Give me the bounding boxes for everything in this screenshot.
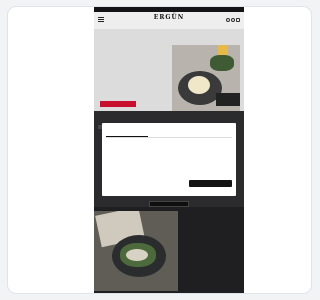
phone-screenshot: ERGÜN: [94, 7, 244, 293]
hero-cta-button[interactable]: [100, 101, 136, 107]
accept-button[interactable]: [189, 180, 232, 187]
cookie-consent-dialog: [102, 123, 236, 196]
preview-card: ERGÜN: [7, 6, 312, 294]
greens-shape: [210, 55, 234, 71]
brand-logo[interactable]: ERGÜN: [94, 14, 244, 21]
account-icon[interactable]: [231, 18, 235, 22]
article-section: [94, 207, 244, 293]
article-image: [94, 211, 178, 291]
cream-shape: [126, 249, 148, 261]
egg-shape: [188, 76, 210, 94]
tab-about[interactable]: [190, 133, 232, 137]
tab-consent[interactable]: [106, 133, 148, 137]
consent-tabs: [106, 133, 232, 138]
cart-icon[interactable]: [236, 18, 240, 22]
hero-badge: [216, 93, 240, 106]
tab-details[interactable]: [148, 133, 190, 137]
category-tabs: [98, 116, 240, 129]
site-header: ERGÜN: [94, 12, 244, 29]
search-icon[interactable]: [226, 18, 230, 22]
